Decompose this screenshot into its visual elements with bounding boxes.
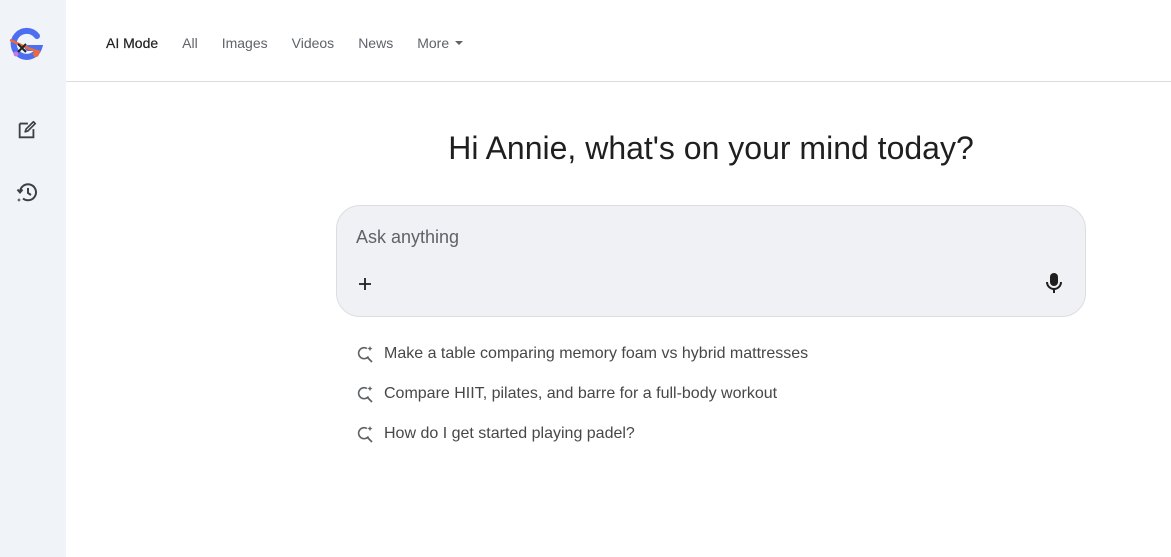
tabs: AI Mode All Images Videos News More	[106, 34, 487, 52]
search-input[interactable]	[356, 224, 1046, 250]
suggestion-text: Compare HIIT, pilates, and barre for a f…	[384, 385, 778, 402]
suggestion-text: Make a table comparing memory foam vs hy…	[384, 345, 809, 362]
history-icon	[15, 180, 39, 209]
search-sparkle-icon	[356, 425, 374, 443]
tab-all[interactable]: All	[182, 34, 198, 52]
tab-ai-mode[interactable]: AI Mode	[106, 34, 158, 52]
tab-more-label: More	[417, 35, 450, 51]
tab-images[interactable]: Images	[222, 34, 268, 52]
suggestions-list: Make a table comparing memory foam vs hy…	[356, 342, 1056, 462]
google-logo-icon[interactable]	[6, 24, 46, 64]
suggestion-item[interactable]: How do I get started playing padel?	[356, 422, 1056, 446]
new-chat-button[interactable]	[11, 116, 43, 148]
sidebar	[0, 0, 66, 557]
search-sparkle-icon	[356, 345, 374, 363]
tab-more[interactable]: More	[417, 34, 464, 52]
add-button[interactable]	[353, 274, 377, 298]
tab-videos[interactable]: Videos	[292, 34, 335, 52]
voice-search-button[interactable]	[1041, 272, 1067, 298]
edit-icon	[16, 119, 38, 146]
top-nav: AI Mode All Images Videos News More	[66, 0, 1171, 82]
search-sparkle-icon	[356, 385, 374, 403]
suggestion-item[interactable]: Make a table comparing memory foam vs hy…	[356, 342, 1056, 366]
history-button[interactable]	[11, 178, 43, 210]
suggestion-item[interactable]: Compare HIIT, pilates, and barre for a f…	[356, 382, 1056, 406]
suggestion-text: How do I get started playing padel?	[384, 425, 635, 442]
plus-icon	[357, 276, 373, 297]
page-title: Hi Annie, what's on your mind today?	[448, 130, 974, 166]
mic-icon	[1045, 272, 1063, 299]
search-box	[336, 205, 1086, 317]
tab-news[interactable]: News	[358, 34, 393, 52]
caret-down-icon	[455, 41, 464, 45]
